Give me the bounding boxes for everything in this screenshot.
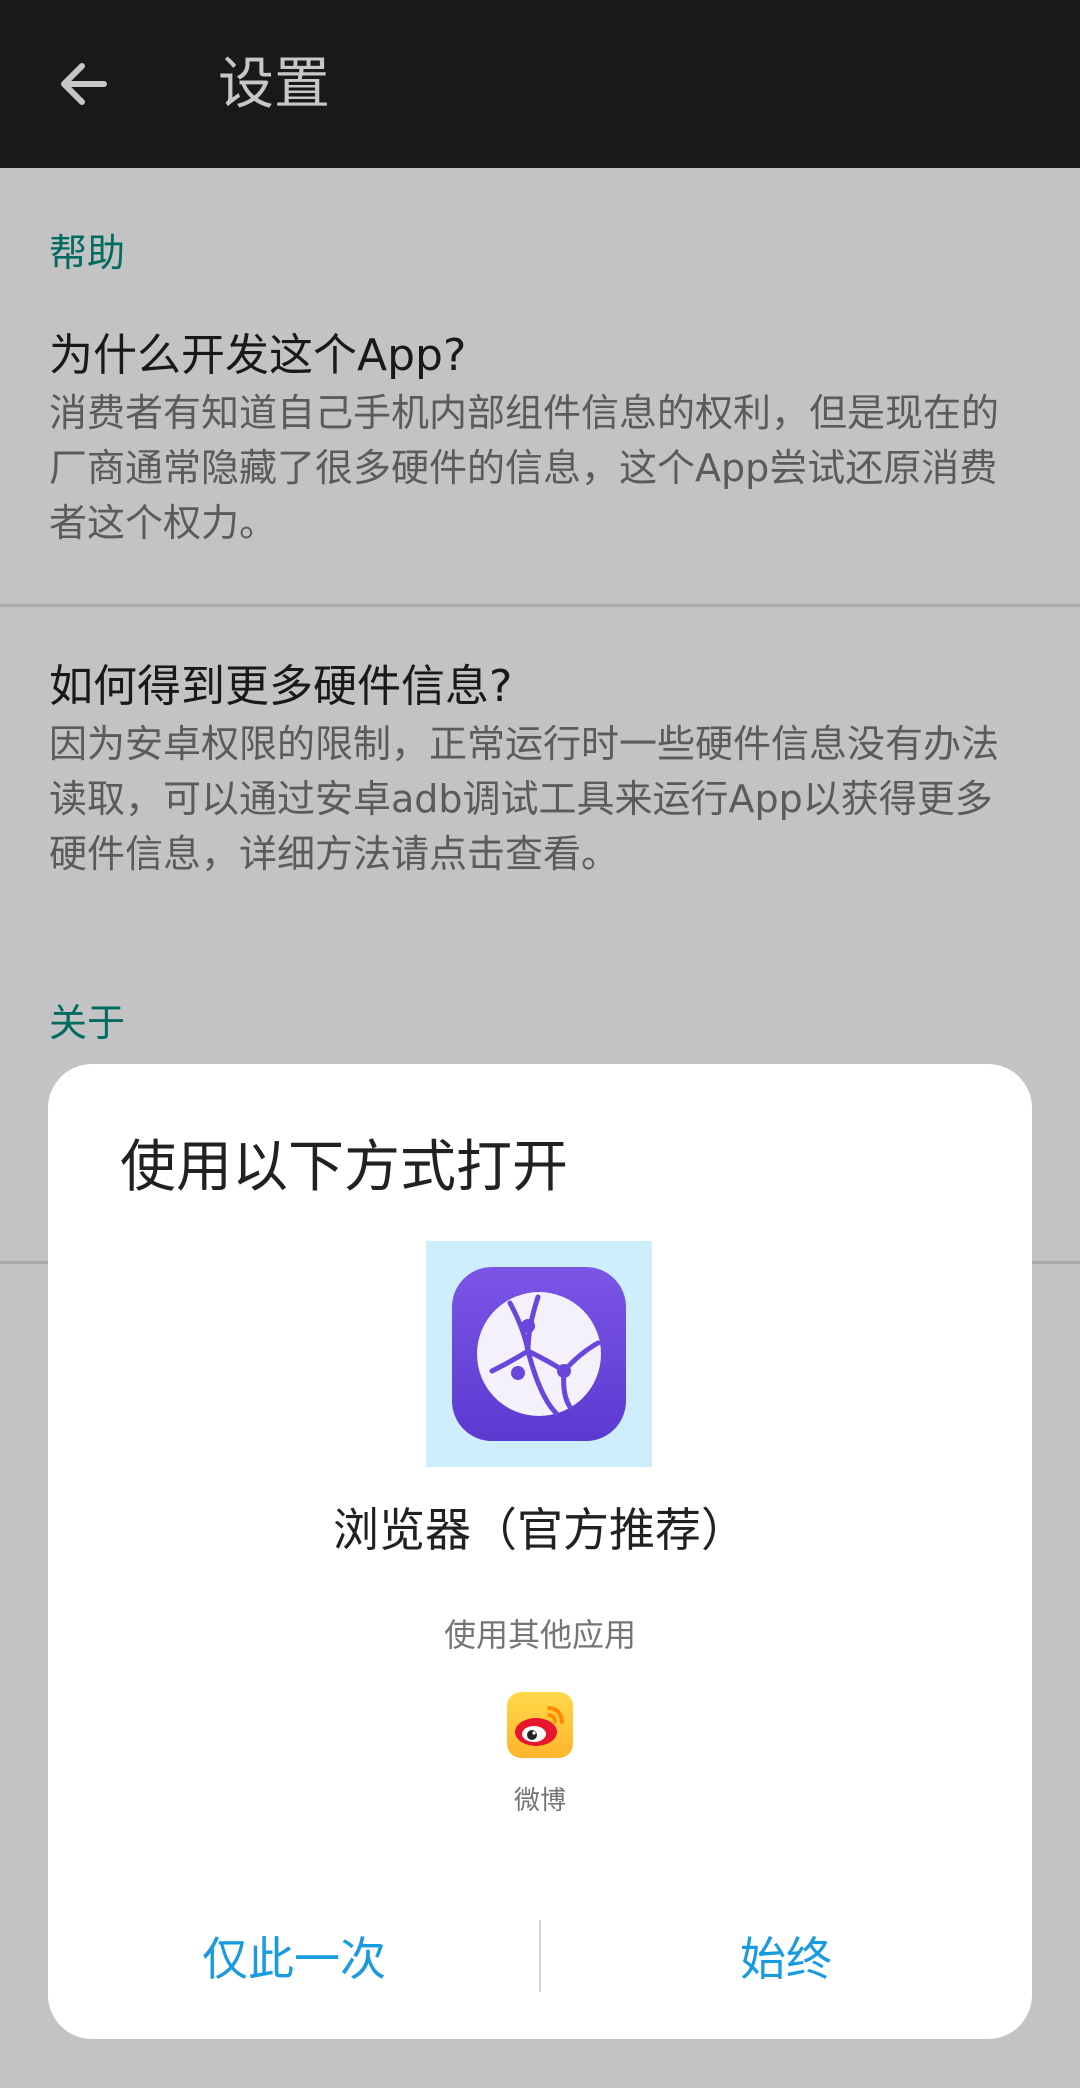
always-button[interactable]: 始终 xyxy=(540,1914,1032,2004)
open-with-dialog: 使用以下方式打开 浏览器（官方推荐） 使用其他应用 微博 仅此一次 始终 xyxy=(48,1064,1032,2039)
dialog-title: 使用以下方式打开 xyxy=(120,1135,568,1200)
browser-globe-icon xyxy=(452,1267,626,1441)
other-apps-label: 使用其他应用 xyxy=(443,1616,636,1654)
primary-app-name[interactable]: 浏览器（官方推荐） xyxy=(48,1494,1032,1560)
other-app-label-weibo: 微博 xyxy=(513,1786,566,1816)
primary-app-option[interactable] xyxy=(426,1241,652,1467)
weibo-icon[interactable] xyxy=(507,1692,573,1758)
just-once-button[interactable]: 仅此一次 xyxy=(48,1914,540,2004)
